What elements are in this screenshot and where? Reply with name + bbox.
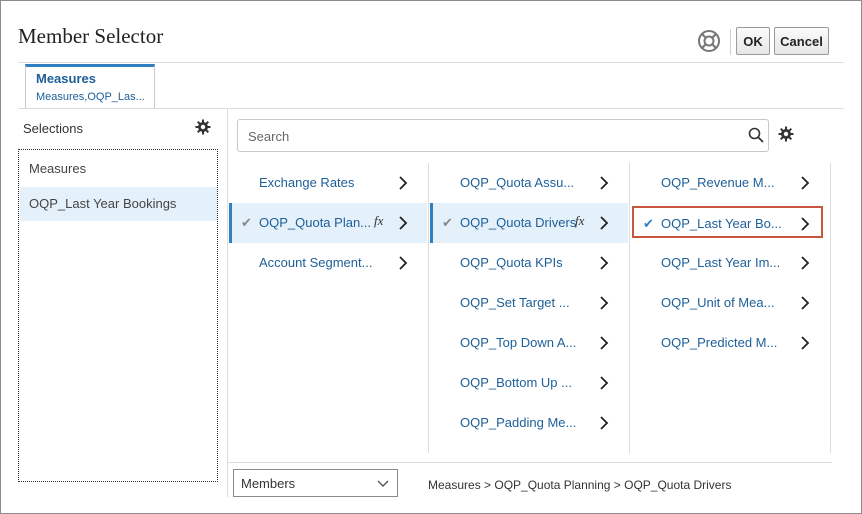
chevron-right-icon[interactable] — [398, 256, 408, 270]
member-label: OQP_Last Year Im... — [661, 255, 781, 270]
member-label: OQP_Last Year Bo... — [661, 216, 782, 231]
column-divider — [428, 163, 429, 453]
member-row[interactable]: OQP_Top Down A... — [430, 323, 628, 363]
member-label: OQP_Bottom Up ... — [460, 375, 572, 390]
chevron-right-icon[interactable] — [599, 296, 609, 310]
column-divider — [629, 163, 630, 453]
chevron-right-icon[interactable] — [599, 256, 609, 270]
tab-subtitle: Measures,OQP_Las... — [36, 91, 145, 103]
member-row[interactable]: OQP_Revenue M... — [631, 163, 829, 203]
panel-divider — [227, 109, 228, 497]
header-divider — [730, 29, 731, 55]
member-label: Account Segment... — [259, 255, 373, 270]
cancel-button[interactable]: Cancel — [774, 27, 829, 55]
tabs-bottom-divider — [18, 108, 844, 109]
chevron-right-icon[interactable] — [398, 216, 408, 230]
chevron-right-icon[interactable] — [599, 416, 609, 430]
members-dropdown[interactable]: Members — [233, 469, 398, 497]
member-label: OQP_Revenue M... — [661, 175, 775, 190]
member-label: OQP_Quota Plan... — [259, 215, 372, 230]
breadcrumb: Measures > OQP_Quota Planning > OQP_Quot… — [428, 478, 732, 492]
help-lifebuoy-icon[interactable] — [697, 29, 721, 53]
chevron-right-icon[interactable] — [800, 176, 810, 190]
checkmark-icon: ✔ — [241, 215, 252, 230]
chevron-right-icon[interactable] — [599, 376, 609, 390]
members-dropdown-value: Members — [241, 476, 296, 491]
search-icon[interactable] — [748, 127, 764, 143]
member-row[interactable]: OQP_Last Year Im... — [631, 243, 829, 283]
member-row[interactable]: OQP_Quota KPIs — [430, 243, 628, 283]
chevron-right-icon[interactable] — [398, 176, 408, 190]
member-label: OQP_Quota KPIs — [460, 255, 563, 270]
member-row[interactable]: ✔ OQP_Last Year Bo... — [632, 206, 823, 238]
search-box — [237, 119, 769, 152]
member-row[interactable]: OQP_Quota Assu... — [430, 163, 628, 203]
search-input[interactable] — [246, 126, 736, 146]
chevron-right-icon[interactable] — [599, 336, 609, 350]
selection-item[interactable]: Measures — [20, 152, 217, 186]
member-row[interactable]: Exchange Rates — [229, 163, 427, 203]
member-row[interactable]: OQP_Unit of Mea... — [631, 283, 829, 323]
tab-measures[interactable]: Measures Measures,OQP_Las... — [25, 64, 155, 108]
member-label: OQP_Quota Assu... — [460, 175, 575, 190]
selections-gear-icon[interactable] — [195, 119, 211, 135]
chevron-down-icon — [377, 480, 389, 487]
checkmark-icon: ✔ — [442, 215, 453, 230]
chevron-right-icon[interactable] — [800, 217, 810, 231]
member-label: OQP_Unit of Mea... — [661, 295, 775, 310]
chevron-right-icon[interactable] — [800, 336, 810, 350]
member-row[interactable]: OQP_Set Target ... — [430, 283, 628, 323]
formula-fx-icon: fx — [374, 213, 384, 228]
chevron-right-icon[interactable] — [800, 256, 810, 270]
member-row[interactable]: ✔ OQP_Quota Plan... fx — [229, 203, 427, 243]
member-row[interactable]: OQP_Predicted M... — [631, 323, 829, 363]
selections-list: Measures OQP_Last Year Bookings — [18, 149, 218, 482]
member-label: Exchange Rates — [259, 175, 355, 190]
chevron-right-icon[interactable] — [599, 176, 609, 190]
member-label: OQP_Quota Drivers — [460, 215, 577, 230]
member-label: OQP_Top Down A... — [460, 335, 577, 350]
chevron-right-icon[interactable] — [599, 216, 609, 230]
member-label: OQP_Predicted M... — [661, 335, 778, 350]
member-row[interactable]: OQP_Padding Me... — [430, 403, 628, 443]
member-label: OQP_Padding Me... — [460, 415, 577, 430]
member-row[interactable]: ✔ OQP_Quota Drivers fx — [430, 203, 628, 243]
member-label: OQP_Set Target ... — [460, 295, 570, 310]
selection-item[interactable]: OQP_Last Year Bookings — [20, 187, 217, 221]
dialog-title: Member Selector — [18, 24, 164, 48]
selections-label: Selections — [23, 121, 83, 136]
footer-divider — [228, 462, 832, 463]
tabs-top-divider — [18, 62, 844, 63]
member-selector-dialog: Member Selector OK Cancel Measures Measu… — [0, 0, 862, 514]
chevron-right-icon[interactable] — [800, 296, 810, 310]
tab-title: Measures — [36, 71, 96, 86]
formula-fx-icon: fx — [575, 213, 585, 228]
column-divider — [830, 163, 831, 453]
member-row[interactable]: Account Segment... — [229, 243, 427, 283]
member-row[interactable]: OQP_Bottom Up ... — [430, 363, 628, 403]
ok-button[interactable]: OK — [736, 27, 770, 55]
checkmark-icon: ✔ — [643, 216, 654, 231]
search-gear-icon[interactable] — [778, 126, 794, 142]
